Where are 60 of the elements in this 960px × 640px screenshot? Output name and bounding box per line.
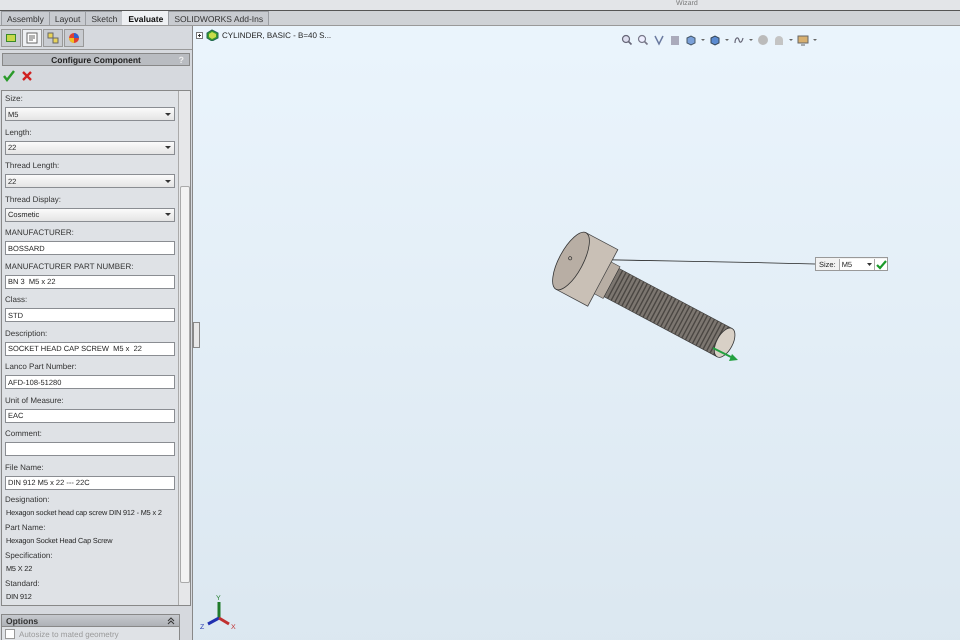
options-title: Options — [6, 616, 38, 626]
caret-icon[interactable] — [725, 39, 729, 41]
caret-icon — [165, 146, 171, 149]
property-manager-icon — [25, 31, 39, 45]
field-label: Unit of Measure: — [5, 394, 65, 406]
field-label: Lanco Part Number: — [5, 361, 78, 373]
zoom-icon[interactable] — [637, 34, 649, 46]
collapse-icon — [167, 616, 175, 624]
field-label: Class: — [5, 294, 28, 306]
cancel-x-icon[interactable] — [21, 70, 33, 82]
ribbon-tab[interactable]: Layout — [48, 11, 86, 25]
field-label: Length: — [5, 126, 33, 139]
field-label: Thread Display: — [5, 194, 62, 206]
ribbon-tab[interactable]: Sketch — [85, 11, 124, 25]
field-label: Standard: — [5, 578, 41, 590]
field-label: File Name: — [5, 462, 45, 474]
field-label: MANUFACTURER: — [5, 227, 75, 239]
field-label: Specification: — [5, 550, 54, 562]
panel-tab[interactable] — [22, 29, 42, 47]
monitor-icon[interactable] — [797, 34, 809, 46]
field-label: Designation: — [5, 494, 50, 506]
cube-icon[interactable] — [709, 34, 721, 46]
expand-icon[interactable] — [196, 32, 203, 38]
caret-icon[interactable] — [749, 39, 753, 41]
part-icon — [206, 29, 219, 41]
tree-item-label[interactable]: CYLINDER, BASIC - B=40 S... — [222, 30, 332, 40]
ok-check-icon[interactable] — [3, 70, 15, 82]
configuration-manager-icon — [46, 31, 60, 45]
ribbon-tab[interactable]: Assembly — [1, 11, 50, 25]
caret-icon — [165, 213, 171, 216]
options-header[interactable]: Options — [1, 614, 180, 627]
caret-icon[interactable] — [789, 39, 793, 41]
ok-check-icon[interactable] — [874, 258, 887, 270]
field-label: Description: — [5, 328, 48, 340]
zoom-icon[interactable] — [621, 34, 633, 46]
caret-icon — [165, 180, 171, 182]
direction-arrow — [712, 347, 738, 361]
field-label: Part Name: — [5, 522, 46, 534]
scrollbar[interactable] — [178, 91, 190, 605]
ribbon-tab[interactable]: Evaluate — [122, 11, 170, 25]
cube-icon[interactable] — [685, 34, 697, 46]
panel-tab[interactable] — [64, 29, 84, 47]
field-label: Thread Length: — [5, 160, 60, 172]
checkbox[interactable] — [5, 629, 15, 639]
field-label: Size: — [5, 93, 24, 105]
caret-icon — [866, 262, 872, 266]
feature-manager-icon — [4, 31, 18, 45]
panel-tab[interactable] — [43, 29, 63, 47]
caret-icon[interactable] — [813, 39, 817, 41]
caret-icon[interactable] — [701, 39, 705, 41]
field-label: MANUFACTURER PART NUMBER: — [5, 260, 134, 272]
ribbon-tab[interactable]: SOLIDWORKS Add-Ins — [168, 11, 270, 25]
checkbox-label: Autosize to mated geometry — [19, 630, 119, 638]
caret-icon — [165, 112, 171, 116]
field-label: Comment: — [5, 428, 43, 440]
panel-splitter[interactable] — [193, 322, 200, 348]
panel-title: Configure Component — [51, 54, 141, 64]
input-field[interactable] — [5, 442, 175, 456]
appearance-icon — [67, 31, 81, 45]
panel-tab[interactable] — [1, 29, 21, 47]
